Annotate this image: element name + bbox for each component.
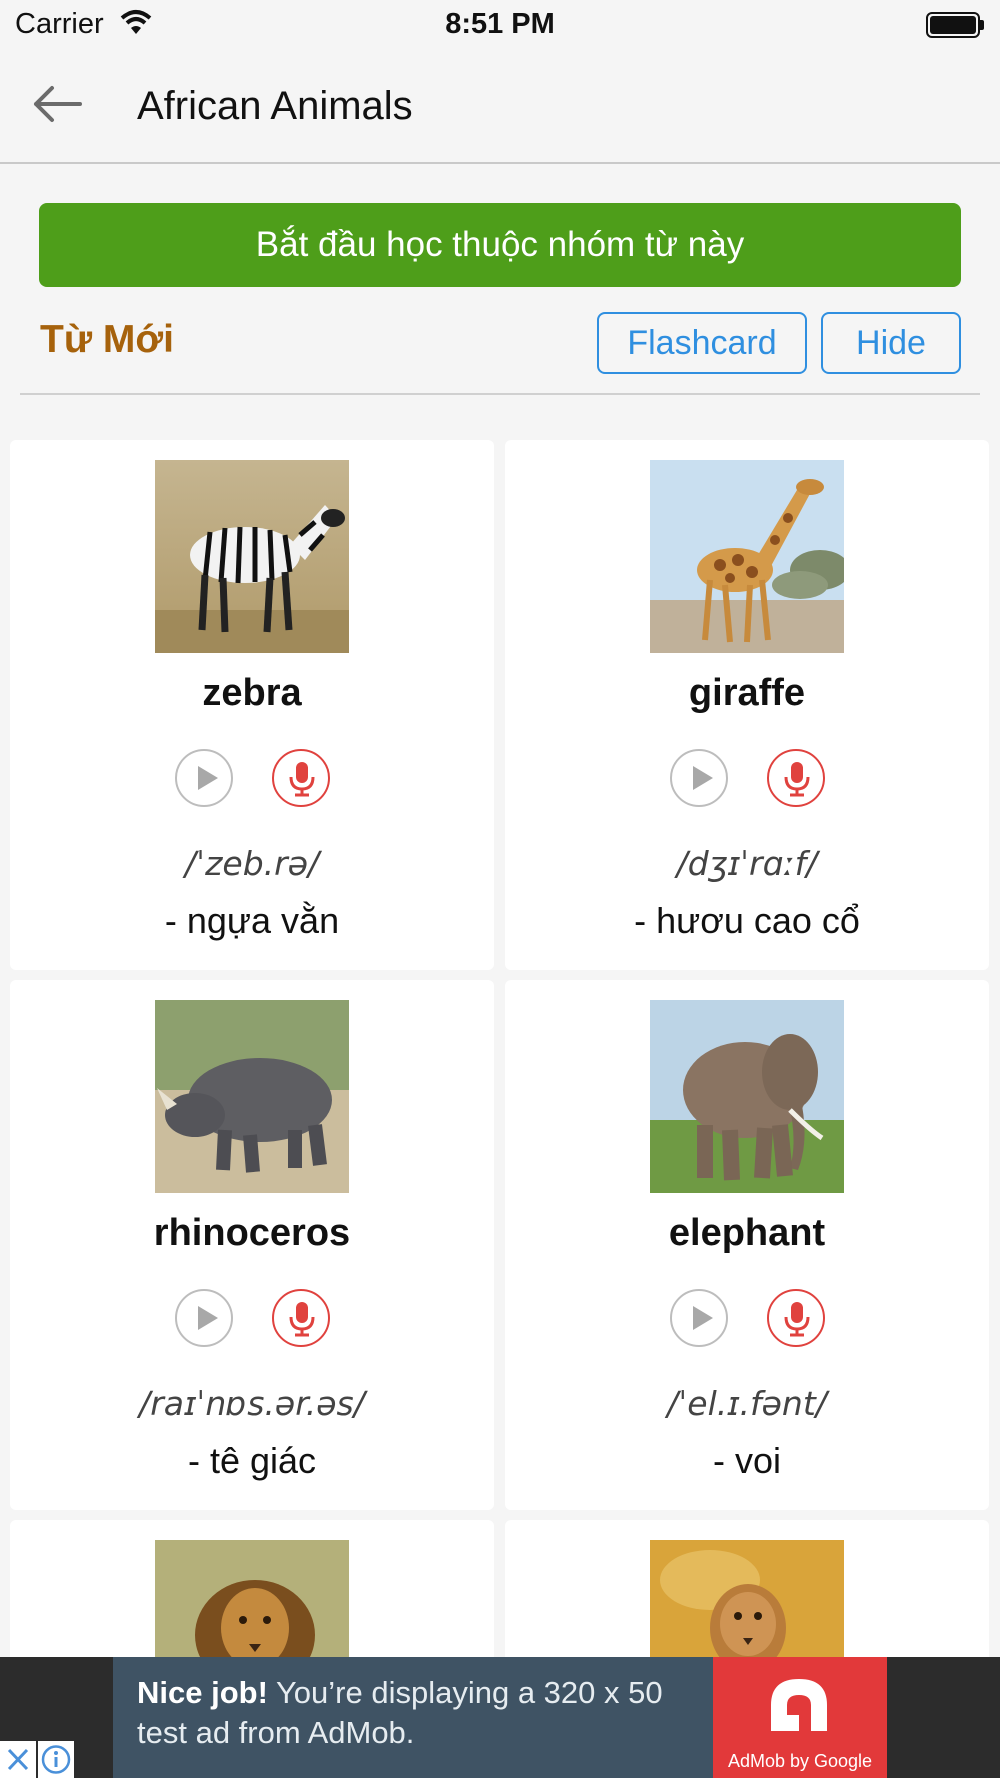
section-divider	[20, 393, 980, 395]
admob-logo-icon	[771, 1679, 827, 1731]
card-phonetic: /ˈzeb.rə/	[184, 844, 320, 883]
microphone-icon	[289, 762, 315, 797]
microphone-icon	[784, 1302, 810, 1337]
back-button[interactable]	[28, 80, 88, 130]
zebra-image	[155, 460, 349, 653]
admob-logo: AdMob by Google	[713, 1657, 887, 1778]
record-button[interactable]	[767, 1289, 825, 1347]
word-card[interactable]: zebra /ˈzeb.rə/ - ngựa vằn	[10, 440, 494, 970]
close-icon	[7, 1748, 29, 1771]
microphone-icon	[784, 762, 810, 797]
hide-button[interactable]: Hide	[821, 312, 961, 374]
status-bar: Carrier 8:51 PM	[0, 0, 1000, 50]
card-phonetic: /ˈel.ɪ.fənt/	[667, 1384, 827, 1423]
battery-icon	[926, 12, 984, 38]
ad-info-button[interactable]	[38, 1741, 74, 1778]
ad-text: Nice job! You’re displaying a 320 x 50 t…	[137, 1673, 717, 1753]
elephant-image	[650, 1000, 844, 1193]
card-phonetic: /raɪˈnɒs.ər.əs/	[139, 1384, 365, 1423]
card-word: rhinoceros	[153, 1212, 351, 1254]
navigation-bar: African Animals	[0, 50, 1000, 164]
status-time: 8:51 PM	[445, 8, 555, 40]
word-card[interactable]: rhinoceros /raɪˈnɒs.ər.əs/ - tê giác	[10, 980, 494, 1510]
start-learning-button[interactable]: Bắt đầu học thuộc nhóm từ này	[39, 203, 961, 287]
info-icon	[41, 1745, 71, 1774]
word-card[interactable]: giraffe /dʒɪˈrɑːf/ - hươu cao cổ	[505, 440, 989, 970]
play-audio-button[interactable]	[175, 1289, 233, 1347]
microphone-icon	[289, 1302, 315, 1337]
play-audio-button[interactable]	[175, 749, 233, 807]
card-meaning: - ngựa vằn	[164, 900, 340, 941]
record-button[interactable]	[272, 749, 330, 807]
card-word: elephant	[668, 1212, 826, 1254]
rhinoceros-image	[155, 1000, 349, 1193]
card-meaning: - tê giác	[187, 1440, 317, 1481]
record-button[interactable]	[272, 1289, 330, 1347]
flashcard-button[interactable]: Flashcard	[597, 312, 807, 374]
card-word: giraffe	[688, 672, 806, 714]
ad-brand-label: AdMob by Google	[727, 1751, 873, 1771]
word-card[interactable]: elephant /ˈel.ɪ.fənt/ - voi	[505, 980, 989, 1510]
ad-close-button[interactable]	[0, 1741, 36, 1778]
card-phonetic: /dʒɪˈrɑːf/	[676, 844, 818, 883]
card-word: zebra	[202, 672, 302, 714]
card-meaning: - voi	[712, 1440, 781, 1481]
card-meaning: - hươu cao cổ	[634, 900, 860, 941]
play-audio-button[interactable]	[670, 749, 728, 807]
ad-banner[interactable]: Nice job! You’re displaying a 320 x 50 t…	[0, 1657, 1000, 1778]
ad-content[interactable]: Nice job! You’re displaying a 320 x 50 t…	[113, 1657, 887, 1778]
ad-headline: Nice job!	[137, 1675, 268, 1710]
page-title: African Animals	[137, 84, 413, 128]
giraffe-image	[650, 460, 844, 653]
section-title: Từ Mới	[40, 318, 174, 361]
record-button[interactable]	[767, 749, 825, 807]
back-arrow-icon	[34, 86, 82, 122]
play-audio-button[interactable]	[670, 1289, 728, 1347]
